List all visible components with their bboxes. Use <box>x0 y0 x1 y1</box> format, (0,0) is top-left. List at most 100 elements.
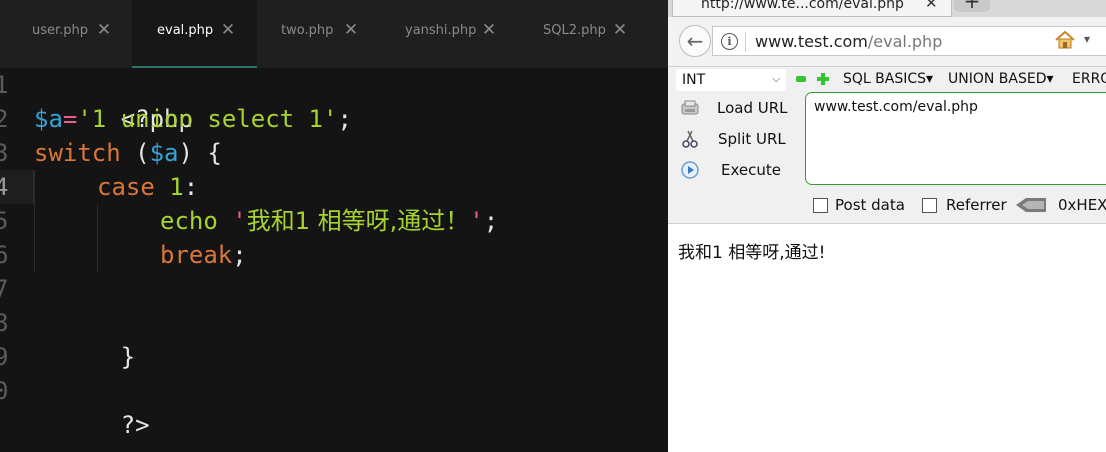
browser-tab-strip: http://www.te...com/eval.php ✕ + <box>668 0 1106 17</box>
code-line-5: echo '我和1 相等呀,通过！'; <box>160 204 498 238</box>
code-string: '1 union select 1' <box>77 105 338 133</box>
code-line-3: switch ($a) { <box>34 136 222 170</box>
code-line-1: <?php <box>34 68 193 133</box>
code-line-4: case 1: <box>97 170 198 204</box>
tab-label: SQL2.php <box>543 23 606 38</box>
back-button[interactable]: ← <box>679 25 711 57</box>
code-number: 1 <box>154 173 184 201</box>
line-number: 4 <box>0 173 9 201</box>
code-punct: ; <box>483 207 499 235</box>
code-variable: $a <box>149 139 179 167</box>
execute-label: Execute <box>721 161 781 179</box>
code-area[interactable]: 1 2 3 4 5 6 7 8 9 0 <?php $a='1 union se… <box>0 68 668 452</box>
code-punct: ; <box>232 241 247 269</box>
tab-sql2-php[interactable]: SQL2.php ✕ <box>520 0 640 68</box>
code-keyword: case <box>97 173 155 201</box>
line-number: 8 <box>0 309 9 337</box>
browser-window: http://www.te...com/eval.php ✕ + i www.t… <box>668 0 1106 452</box>
line-number: 7 <box>0 275 9 303</box>
close-icon[interactable]: ✕ <box>220 21 236 39</box>
load-url-label: Load URL <box>717 99 788 117</box>
page-output-text: 我和1 相等呀,通过! <box>678 243 826 263</box>
execute-button[interactable]: Execute <box>678 158 788 184</box>
tab-label: two.php <box>281 23 334 38</box>
line-number: 1 <box>0 71 9 99</box>
split-url-button[interactable]: Split URL <box>678 127 788 153</box>
indent-guide <box>97 204 98 272</box>
scissors-icon <box>682 130 698 148</box>
tab-yanshi-php[interactable]: yanshi.php ✕ <box>382 0 507 68</box>
line-number: 9 <box>0 343 9 371</box>
line-number: 6 <box>0 241 9 269</box>
url-text[interactable]: www.test.com/eval.php <box>755 32 942 51</box>
load-url-icon <box>681 100 699 115</box>
info-icon[interactable]: i <box>721 33 738 50</box>
encoding-arrow-icon[interactable] <box>1016 197 1046 213</box>
tab-label: yanshi.php <box>405 23 477 38</box>
tab-eval-php[interactable]: eval.php ✕ <box>132 0 257 68</box>
url-host: www.test.com <box>755 32 868 51</box>
url-path: /eval.php <box>867 32 943 51</box>
hex-encode-button[interactable]: 0xHEX <box>1058 196 1106 214</box>
url-textarea[interactable]: www.test.com/eval.php <box>805 92 1106 185</box>
browser-nav-bar: i www.test.com/eval.php ← ▾ <box>668 17 1106 67</box>
code-keyword: switch <box>34 139 121 167</box>
close-icon[interactable]: ✕ <box>343 21 359 39</box>
tab-label: eval.php <box>157 23 214 38</box>
post-data-label: Post data <box>835 196 905 214</box>
chevron-down-icon: ⌵ <box>772 72 781 85</box>
code-punct: ( <box>120 139 150 167</box>
injection-type-value: INT <box>682 72 706 88</box>
code-operator: = <box>62 105 78 133</box>
home-icon[interactable] <box>1054 29 1076 51</box>
browser-tab-title: http://www.te...com/eval.php <box>701 0 904 12</box>
url-textarea-value: www.test.com/eval.php <box>814 99 978 115</box>
minus-icon[interactable] <box>796 76 806 82</box>
code-editor: user.php ✕ eval.php ✕ two.php ✕ yanshi.p… <box>0 0 668 452</box>
divider <box>745 32 746 52</box>
url-bar[interactable]: i www.test.com/eval.php <box>712 26 1106 56</box>
php-close-tag: ?> <box>120 411 150 439</box>
indent-guide <box>34 170 35 272</box>
referrer-checkbox[interactable] <box>922 198 937 213</box>
code-quote: ' <box>469 207 484 235</box>
code-line-2: $a='1 union select 1'; <box>34 102 352 136</box>
referrer-label: Referrer <box>946 196 1007 214</box>
browser-tab[interactable]: http://www.te...com/eval.php ✕ <box>672 0 952 17</box>
code-punct: ; <box>337 105 352 133</box>
chevron-down-icon[interactable]: ▾ <box>1084 32 1090 46</box>
play-icon <box>681 161 699 179</box>
editor-tab-bar: user.php ✕ eval.php ✕ two.php ✕ yanshi.p… <box>0 0 668 68</box>
close-icon[interactable]: ✕ <box>612 21 628 39</box>
code-line-6: break; <box>160 238 247 272</box>
code-keyword: echo <box>160 207 218 235</box>
close-icon[interactable]: ✕ <box>481 21 497 39</box>
code-punct: } <box>120 343 136 371</box>
load-url-button[interactable]: Load URL <box>678 96 788 122</box>
code-punct: ) { <box>178 139 222 167</box>
union-based-menu[interactable]: UNION BASED▾ <box>948 71 1054 87</box>
new-tab-button[interactable]: + <box>954 0 990 12</box>
tab-two-php[interactable]: two.php ✕ <box>257 0 377 68</box>
code-line-10: ?> <box>34 374 150 439</box>
split-url-label: Split URL <box>718 130 786 148</box>
injection-type-select[interactable]: INT ⌵ <box>676 69 786 91</box>
plus-icon[interactable] <box>816 72 830 86</box>
line-number: 5 <box>0 207 9 235</box>
code-string: 我和1 相等呀,通过！ <box>246 207 470 235</box>
tab-label: user.php <box>32 23 89 38</box>
sql-basics-menu[interactable]: SQL BASICS▾ <box>843 71 933 87</box>
hackbar-panel: INT ⌵ SQL BASICS▾ UNION BASED▾ ERROR Loa… <box>668 67 1106 224</box>
close-icon[interactable]: ✕ <box>96 21 112 39</box>
code-keyword: break <box>160 241 233 269</box>
error-based-menu[interactable]: ERROR <box>1072 71 1106 87</box>
page-content: 我和1 相等呀,通过! <box>668 225 1106 452</box>
code-variable: $a <box>34 105 63 133</box>
line-number: 3 <box>0 139 9 167</box>
tab-user-php[interactable]: user.php ✕ <box>0 0 124 68</box>
code-quote: ' <box>232 207 247 235</box>
close-icon[interactable]: ✕ <box>925 0 938 12</box>
line-number: 0 <box>0 377 9 405</box>
post-data-checkbox[interactable] <box>813 198 828 213</box>
